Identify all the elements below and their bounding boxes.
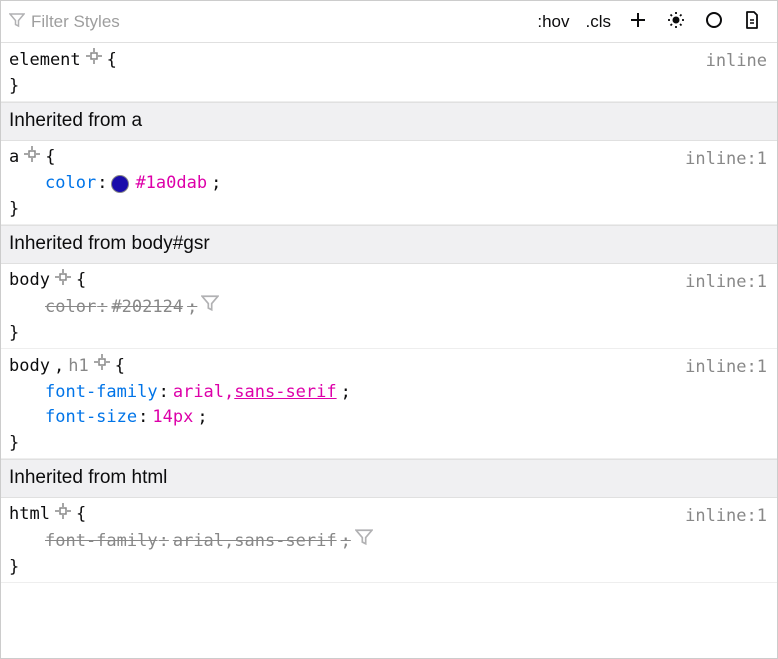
dark-scheme-button[interactable]: [697, 5, 731, 39]
moon-icon: [705, 11, 723, 32]
property-name[interactable]: font-family: [45, 529, 158, 555]
declaration[interactable]: font-family: arial,sans-serif;: [45, 380, 769, 406]
highlight-nodes-icon[interactable]: [23, 145, 41, 172]
print-media-button[interactable]: [735, 5, 769, 39]
property-name[interactable]: color: [45, 171, 96, 197]
declaration[interactable]: font-family: arial,sans-serif;: [45, 528, 769, 555]
property-value[interactable]: 14px: [152, 405, 193, 431]
selector[interactable]: html: [9, 502, 50, 528]
highlight-nodes-icon[interactable]: [54, 268, 72, 295]
color-swatch[interactable]: [111, 175, 129, 193]
declarations: color: #1a0dab;: [9, 171, 769, 197]
inherited-header: Inherited from body#gsr: [1, 225, 777, 264]
rule-header: body {: [9, 268, 769, 295]
funnel-icon: [9, 12, 25, 31]
close-brace: }: [9, 431, 769, 457]
open-brace: {: [115, 354, 125, 380]
declaration[interactable]: color: #1a0dab;: [45, 171, 769, 197]
styles-toolbar: :hov .cls: [1, 1, 777, 43]
inherited-header: Inherited from a: [1, 102, 777, 141]
declarations: font-family: arial,sans-serif;: [9, 528, 769, 555]
declarations: font-family: arial,sans-serif;font-size:…: [9, 380, 769, 431]
selector[interactable]: body: [9, 268, 50, 294]
property-value[interactable]: #202124: [111, 295, 183, 321]
page-icon: [743, 11, 761, 32]
filter-styles-input[interactable]: [31, 12, 527, 32]
open-brace: {: [107, 48, 117, 74]
rule-source-link[interactable]: inline:1: [685, 504, 767, 530]
declaration[interactable]: color: #202124;: [45, 294, 769, 321]
rule-header: a {: [9, 145, 769, 172]
open-brace: {: [76, 502, 86, 528]
pseudo-class-toggle[interactable]: :hov: [531, 5, 575, 39]
css-rule: inline:1body, h1 {font-family: arial,san…: [1, 349, 777, 459]
rule-source-link[interactable]: inline:1: [685, 270, 767, 296]
rule-source-link[interactable]: inline: [706, 49, 767, 75]
open-brace: {: [76, 268, 86, 294]
close-brace: }: [9, 321, 769, 347]
class-toggle[interactable]: .cls: [580, 5, 618, 39]
sun-icon: [667, 11, 685, 32]
selector[interactable]: body: [9, 354, 50, 380]
open-brace: {: [45, 145, 55, 171]
rule-header: html {: [9, 502, 769, 529]
add-rule-button[interactable]: [621, 5, 655, 39]
property-value[interactable]: arial,sans-serif: [173, 529, 337, 555]
css-rule: inline:1body {color: #202124; }: [1, 264, 777, 350]
selector[interactable]: ,: [54, 354, 64, 380]
filter-wrap: [9, 12, 527, 32]
rule-header: body, h1 {: [9, 353, 769, 380]
css-rule: inline:1a {color: #1a0dab;}: [1, 141, 777, 226]
property-value[interactable]: #1a0dab: [135, 171, 207, 197]
close-brace: }: [9, 197, 769, 223]
css-rule: inline:1html {font-family: arial,sans-se…: [1, 498, 777, 584]
rules-pane: inlineelement {}Inherited from ainline:1…: [1, 43, 777, 658]
rule-source-link[interactable]: inline:1: [685, 355, 767, 381]
property-name[interactable]: font-family: [45, 380, 158, 406]
close-brace: }: [9, 555, 769, 581]
inherited-header: Inherited from html: [1, 459, 777, 498]
css-rule: inlineelement {}: [1, 43, 777, 102]
close-brace: }: [9, 74, 769, 100]
selector[interactable]: element: [9, 48, 81, 74]
rule-header: element {: [9, 47, 769, 74]
light-scheme-button[interactable]: [659, 5, 693, 39]
selector[interactable]: a: [9, 145, 19, 171]
property-name[interactable]: color: [45, 295, 96, 321]
declarations: color: #202124;: [9, 294, 769, 321]
plus-icon: [629, 11, 647, 32]
funnel-icon[interactable]: [355, 528, 373, 555]
selector[interactable]: h1: [68, 354, 88, 380]
property-value[interactable]: arial,sans-serif: [173, 380, 337, 406]
rule-source-link[interactable]: inline:1: [685, 147, 767, 173]
property-name[interactable]: font-size: [45, 405, 137, 431]
highlight-nodes-icon[interactable]: [93, 353, 111, 380]
highlight-nodes-icon[interactable]: [54, 502, 72, 529]
funnel-icon[interactable]: [201, 294, 219, 321]
declaration[interactable]: font-size: 14px;: [45, 405, 769, 431]
highlight-nodes-icon[interactable]: [85, 47, 103, 74]
